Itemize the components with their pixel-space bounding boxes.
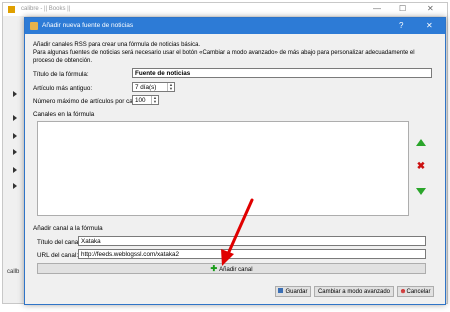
feed-url-label: URL del canal: — [37, 252, 79, 259]
background-sidebar-label: callb — [7, 269, 20, 275]
expand-arrow-icon[interactable] — [13, 149, 17, 155]
add-feed-button[interactable]: ✚ Añadir canal — [37, 263, 426, 274]
arrow-up-icon — [416, 139, 426, 146]
close-button[interactable]: ✕ — [426, 21, 433, 30]
remove-icon: ✖ — [416, 161, 426, 172]
feeds-group-header: Canales en la fórmula — [33, 111, 95, 118]
cancel-button-label: Cancelar — [406, 289, 431, 295]
recipe-title-label: Título de la fórmula: — [33, 71, 89, 78]
max-articles-label: Número máximo de artículos por canal: — [33, 98, 143, 105]
add-feed-button-label: Añadir canal — [219, 267, 253, 273]
cancel-button[interactable]: ⊗Cancelar — [397, 286, 434, 297]
plus-icon: ✚ — [210, 264, 218, 273]
save-icon — [278, 288, 284, 293]
oldest-article-label: Artículo más antiguo: — [33, 85, 93, 92]
max-articles-spinbox[interactable]: 100 ▲ ▼ — [132, 95, 159, 105]
dialog-title: Añadir nueva fuente de noticias — [42, 22, 134, 29]
advanced-mode-button-label: Cambiar a modo avanzado — [317, 289, 391, 295]
recipe-title-input[interactable]: Fuente de noticias — [132, 68, 432, 78]
move-up-button[interactable] — [415, 137, 427, 149]
expand-arrow-icon[interactable] — [13, 167, 17, 173]
cancel-icon: ⊗ — [400, 289, 406, 295]
dialog-description: Añadir canales RSS para crear una fórmul… — [33, 42, 415, 64]
save-button[interactable]: Guardar — [275, 286, 311, 297]
dialog-title-bar: Añadir nueva fuente de noticias ? ✕ — [25, 18, 445, 34]
arrow-down-icon — [416, 188, 426, 195]
expand-arrow-icon[interactable] — [13, 91, 17, 97]
expand-arrow-icon[interactable] — [13, 183, 17, 189]
save-button-label: Guardar — [285, 289, 308, 295]
feed-list[interactable] — [37, 121, 409, 216]
background-title-bar: calibre - || Books || — ☐ ✕ — [3, 3, 447, 16]
move-down-button[interactable] — [415, 185, 427, 197]
max-articles-value: 100 — [135, 97, 146, 104]
add-news-source-dialog: Añadir nueva fuente de noticias ? ✕ Añad… — [24, 17, 446, 305]
add-feed-group-header: Añadir canal a la fórmula — [33, 225, 103, 232]
spin-arrows-icon[interactable]: ▲ ▼ — [167, 83, 174, 91]
feed-title-label: Título del canal: — [37, 239, 82, 246]
expand-arrow-icon[interactable] — [13, 115, 17, 121]
calibre-logo-icon — [8, 6, 15, 13]
background-window-title: calibre - || Books || — [21, 6, 71, 12]
help-button[interactable]: ? — [399, 21, 403, 30]
remove-feed-button[interactable]: ✖ — [415, 161, 427, 173]
feed-url-input[interactable]: http://feeds.weblogssl.com/xataka2 — [78, 249, 426, 259]
feed-title-input[interactable]: Xataka — [78, 236, 426, 246]
news-source-icon — [30, 22, 38, 30]
expand-arrow-icon[interactable] — [13, 133, 17, 139]
background-close-icon[interactable]: ✕ — [427, 4, 434, 13]
background-minimize-icon[interactable]: — — [373, 4, 381, 13]
oldest-article-value: 7 día(s) — [135, 84, 157, 91]
advanced-mode-button[interactable]: Cambiar a modo avanzado — [314, 286, 394, 297]
spin-arrows-icon[interactable]: ▲ ▼ — [151, 96, 158, 104]
background-maximize-icon[interactable]: ☐ — [399, 4, 406, 13]
oldest-article-spinbox[interactable]: 7 día(s) ▲ ▼ — [132, 82, 175, 92]
